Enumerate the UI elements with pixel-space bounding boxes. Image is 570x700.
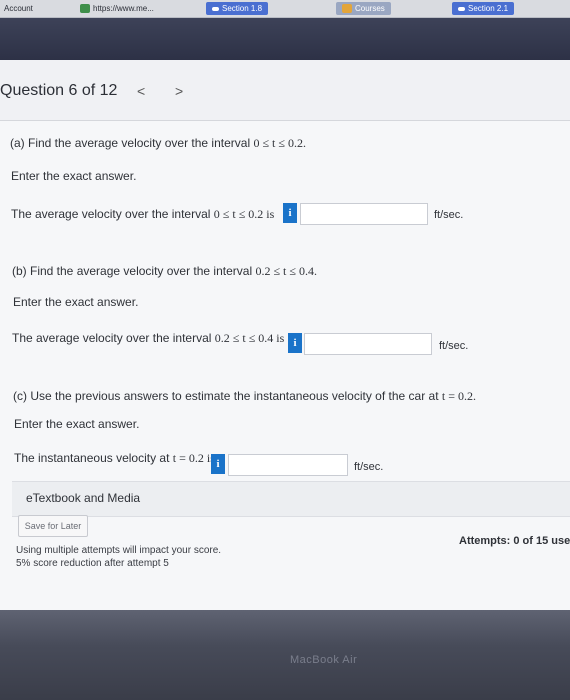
part-b-interval: 0.2 ≤ t ≤ 0.4. (255, 264, 317, 278)
browser-tab-bar: Account https://www.me... Section 1.8 Co… (0, 0, 570, 18)
part-a-sentence-text: The average velocity over the interval (11, 207, 211, 221)
part-c-t-expression: t = 0.2. (441, 389, 476, 403)
tab-section-b[interactable]: Section 2.1 (452, 2, 515, 15)
tab-section-b-label: Section 2.1 (468, 4, 509, 13)
tab-section-a-label: Section 1.8 (222, 4, 263, 13)
score-reduction-note: 5% score reduction after attempt 5 (16, 558, 169, 569)
part-c-sentence-text: The instantaneous velocity at (14, 451, 170, 465)
etextbook-and-media-toggle[interactable]: eTextbook and Media (12, 481, 570, 517)
previous-question-button[interactable]: < (137, 83, 145, 99)
part-b-answer-input[interactable] (304, 333, 432, 355)
attempts-warning: Using multiple attempts will impact your… (16, 545, 222, 556)
part-b-instruction: Enter the exact answer. (13, 295, 139, 309)
part-a-interval: 0 ≤ t ≤ 0.2. (253, 136, 306, 150)
part-a-prompt: (a) Find the average velocity over the i… (10, 136, 306, 151)
save-for-later-button[interactable]: Save for Later (18, 515, 88, 537)
next-question-button[interactable]: > (175, 83, 183, 99)
question-header: Question 6 of 12 < > (0, 60, 570, 121)
part-a-info-icon[interactable]: i (283, 203, 297, 223)
tab-section-a[interactable]: Section 1.8 (206, 2, 269, 15)
tab-account-label: Account (4, 4, 33, 13)
part-b-unit: ft/sec. (439, 340, 469, 352)
laptop-brand-label: MacBook Air (290, 654, 358, 666)
part-c-prompt: (c) Use the previous answers to estimate… (13, 389, 476, 404)
tab-courses[interactable]: Courses (336, 2, 391, 15)
part-c-prompt-text: (c) Use the previous answers to estimate… (13, 389, 439, 403)
part-c-sentence: The instantaneous velocity at t = 0.2 is (14, 451, 215, 466)
tab-account[interactable]: Account (4, 2, 33, 15)
part-c-info-icon[interactable]: i (211, 454, 225, 474)
part-c-instruction: Enter the exact answer. (14, 417, 140, 431)
tab-url-label: https://www.me... (93, 4, 154, 13)
attempts-counter: Attempts: 0 of 15 use (459, 535, 570, 547)
site-header (0, 18, 570, 60)
part-a-instruction: Enter the exact answer. (11, 169, 137, 183)
question-page: Question 6 of 12 < > (a) Find the averag… (0, 60, 570, 610)
etextbook-label: eTextbook and Media (26, 491, 141, 505)
part-b-prompt: (b) Find the average velocity over the i… (12, 264, 317, 279)
minus-icon (212, 6, 219, 11)
laptop-bezel: MacBook Air (0, 610, 570, 700)
part-b-sentence-interval: 0.2 ≤ t ≤ 0.4 is (214, 331, 285, 345)
part-a-sentence-interval: 0 ≤ t ≤ 0.2 is (213, 207, 275, 221)
tab-url[interactable]: https://www.me... (80, 2, 154, 15)
part-b-sentence-text: The average velocity over the interval (12, 331, 212, 345)
part-c-unit: ft/sec. (354, 461, 384, 473)
question-title: Question 6 of 12 (0, 82, 118, 99)
m-logo-icon (80, 4, 90, 13)
part-b-prompt-text: (b) Find the average velocity over the i… (12, 264, 253, 278)
part-b-info-icon[interactable]: i (288, 333, 302, 353)
tab-courses-label: Courses (355, 4, 385, 13)
part-a-prompt-text: (a) Find the average velocity over the i… (10, 136, 251, 150)
part-a-unit: ft/sec. (434, 209, 464, 221)
part-c-sentence-expression: t = 0.2 is (172, 451, 215, 465)
part-b-sentence: The average velocity over the interval 0… (12, 331, 284, 346)
courses-icon (342, 4, 352, 13)
minus-icon (458, 6, 465, 11)
part-c-answer-input[interactable] (228, 454, 348, 476)
part-a-answer-input[interactable] (300, 203, 428, 225)
part-a-sentence: The average velocity over the interval 0… (11, 207, 274, 222)
